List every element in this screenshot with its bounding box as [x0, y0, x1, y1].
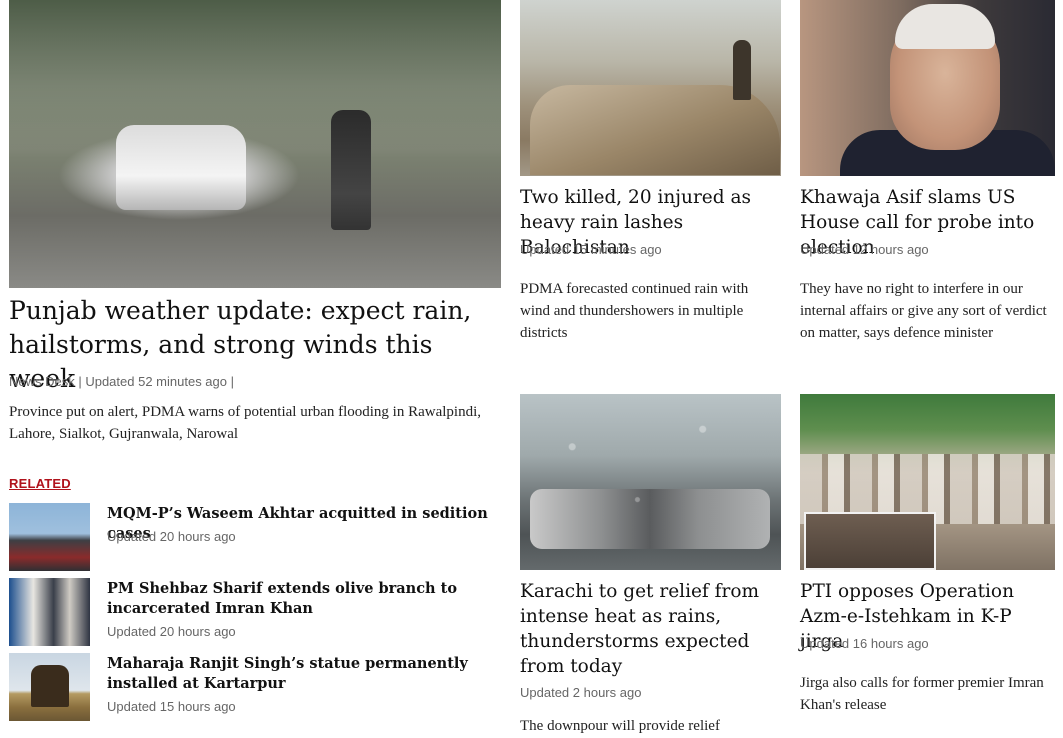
related-item-3-meta: Updated 15 hours ago — [107, 699, 236, 714]
related-section-label[interactable]: RELATED — [9, 476, 71, 491]
lead-story-meta: News Desk | Updated 52 minutes ago | — [9, 374, 234, 389]
related-item-3-thumbnail[interactable] — [9, 653, 90, 721]
story-1-meta: Updated 15 minutes ago — [520, 242, 662, 257]
inset-photo — [804, 512, 936, 570]
story-2-meta: Updated 12 hours ago — [800, 242, 929, 257]
story-2-image[interactable] — [800, 0, 1055, 176]
person-shape — [733, 40, 751, 100]
lead-story-excerpt: Province put on alert, PDMA warns of pot… — [9, 404, 482, 442]
related-item-2-meta: Updated 20 hours ago — [107, 624, 236, 639]
story-3-image[interactable] — [520, 394, 781, 570]
story-3-excerpt: The downpour will provide relief — [520, 718, 720, 734]
trees-background — [9, 0, 501, 150]
story-4-image[interactable] — [800, 394, 1055, 570]
car-shape — [116, 125, 246, 210]
story-1-excerpt: PDMA forecasted continued rain with wind… — [520, 281, 749, 341]
story-3-headline[interactable]: Karachi to get relief from intense heat … — [520, 579, 785, 679]
story-4-meta: Updated 16 hours ago — [800, 636, 929, 651]
related-item-1-meta: Updated 20 hours ago — [107, 529, 236, 544]
story-4-excerpt: Jirga also calls for former premier Imra… — [800, 675, 1044, 713]
raindrops-overlay — [520, 394, 781, 570]
story-3-meta: Updated 2 hours ago — [520, 685, 642, 700]
lead-story-image[interactable] — [9, 0, 501, 288]
statue-shape — [31, 665, 69, 707]
story-2-excerpt: They have no right to interfere in our i… — [800, 281, 1047, 341]
related-item-1-thumbnail[interactable] — [9, 503, 90, 571]
related-item-3-headline[interactable]: Maharaja Ranjit Singh’s statue permanent… — [107, 654, 497, 694]
hair-shape — [895, 4, 995, 49]
related-item-2-headline[interactable]: PM Shehbaz Sharif extends olive branch t… — [107, 579, 497, 619]
related-item-2-thumbnail[interactable] — [9, 578, 90, 646]
story-1-image[interactable] — [520, 0, 781, 176]
cyclist-shape — [331, 110, 371, 230]
